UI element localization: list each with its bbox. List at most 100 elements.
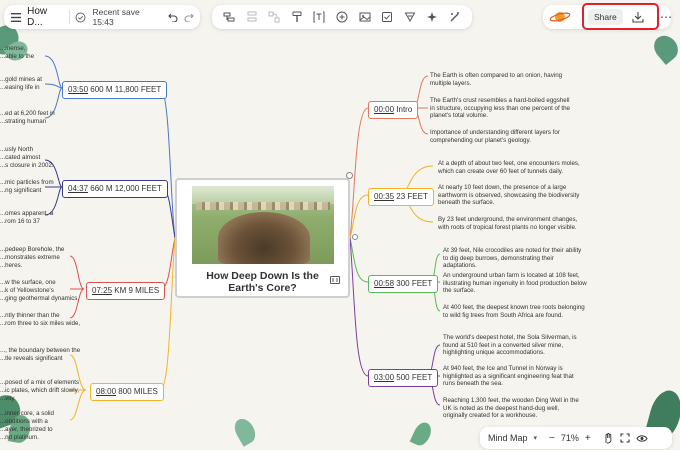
note: ...heres. — [0, 262, 23, 269]
zoom-in-button[interactable]: + — [585, 433, 591, 444]
image-houses — [195, 202, 330, 210]
note: ...tle reveals significant — [0, 355, 63, 362]
save-status: Recent save 15:43 — [92, 7, 140, 27]
note: At 39 feet, Nile crocodiles are noted fo… — [443, 247, 582, 269]
note: ...inner core, a solid — [0, 410, 54, 417]
branch-label: 500 FEET — [396, 373, 433, 382]
share-download-group: Share — [582, 3, 659, 30]
timestamp-link[interactable]: 04:37 — [68, 184, 88, 193]
note: ...ed at 6,200 feet in — [0, 110, 55, 117]
note: The Earth is often compared to an onion,… — [430, 72, 563, 87]
note: At 400 feet, the deepest known tree root… — [443, 304, 585, 319]
note: ...strating human — [0, 118, 47, 125]
view-mode-select[interactable]: Mind Map — [488, 433, 528, 443]
note: ...ayer, theorized to — [0, 426, 53, 433]
branch-label: 23 FEET — [396, 192, 428, 201]
note: ...rom three to six miles wide, — [0, 320, 81, 327]
fullscreen-icon[interactable] — [620, 433, 630, 443]
document-title[interactable]: How D... — [27, 6, 62, 28]
note: ...k of Yellowstone's — [0, 287, 54, 294]
more-options-icon[interactable]: ⋯ — [660, 10, 672, 24]
relationship-icon[interactable] — [263, 6, 285, 28]
note: ...gold mines at — [0, 76, 42, 83]
format-painter-icon[interactable] — [286, 6, 308, 28]
branch-label: 800 MILES — [118, 387, 158, 396]
branch-23-feet[interactable]: 00:35 23 FEET — [368, 188, 434, 206]
note: ...omes apparent, a — [0, 210, 54, 217]
note: ...nd platinum. — [0, 434, 39, 441]
preview-eye-icon[interactable] — [636, 434, 648, 443]
central-topic-image — [191, 186, 334, 264]
insert-sibling-topic-icon[interactable] — [241, 6, 263, 28]
resize-handle-right[interactable] — [352, 234, 358, 240]
note: At a depth of about two feet, one encoun… — [438, 160, 580, 175]
note: ...ic plates, which drift slowly, — [0, 387, 79, 394]
branch-label: 600 M 11,800 FEET — [90, 85, 162, 94]
redo-icon[interactable] — [184, 13, 194, 22]
timestamp-link[interactable]: 03:00 — [374, 373, 394, 382]
chevron-down-icon[interactable]: ▾ — [534, 434, 538, 442]
branch-label: 300 FEET — [396, 279, 433, 288]
branch-9-miles[interactable]: 07:25 KM 9 MILES — [86, 282, 166, 300]
note: ...onditions with a — [0, 418, 48, 425]
zoom-out-button[interactable]: − — [549, 433, 555, 444]
caption-icon[interactable] — [330, 276, 340, 284]
note: Reaching 1,300 feet, the wooden Ding Wel… — [443, 397, 579, 419]
branch-300-feet[interactable]: 00:58 300 FEET — [368, 275, 439, 293]
tag-icon[interactable] — [376, 6, 398, 28]
insert-child-topic-icon[interactable] — [218, 6, 240, 28]
timestamp-link[interactable]: 00:58 — [374, 279, 394, 288]
image-icon[interactable] — [354, 6, 376, 28]
share-button[interactable]: Share — [588, 8, 623, 25]
title-bar: How D... Recent save 15:43 — [4, 5, 200, 29]
note: Importance of understanding different la… — [430, 129, 560, 144]
timestamp-link[interactable]: 07:25 — [92, 286, 112, 295]
note: At nearly 10 feet down, the presence of … — [438, 184, 580, 206]
add-icon[interactable] — [331, 6, 353, 28]
undo-icon[interactable] — [168, 13, 178, 22]
timestamp-link[interactable]: 00:35 — [374, 192, 394, 201]
note: The world's deepest hotel, the Sola Silv… — [443, 334, 577, 356]
zoom-level: 71% — [560, 433, 579, 443]
menu-icon[interactable] — [10, 12, 21, 22]
note: ...usly North — [0, 146, 34, 153]
hand-pan-icon[interactable] — [603, 432, 614, 444]
timestamp-link[interactable]: 08:00 — [96, 387, 116, 396]
note: ...monstrates extreme — [0, 254, 60, 261]
note: An underground urban farm is located at … — [443, 272, 587, 294]
resize-handle-top[interactable] — [346, 172, 353, 179]
branch-intro[interactable]: 00:00 Intro — [368, 101, 419, 119]
bottom-toolbar: Mind Map ▾ − 71% + — [480, 427, 672, 449]
image-sinkhole — [217, 212, 310, 264]
branch-label: KM 9 MILES — [114, 286, 160, 295]
text-box-icon[interactable] — [308, 6, 330, 28]
note: The Earth's crust resembles a hard-boile… — [430, 97, 570, 119]
download-icon[interactable] — [629, 11, 647, 23]
note: ...posed of a mix of elements — [0, 379, 80, 386]
timestamp-link[interactable]: 00:00 — [374, 105, 394, 114]
toolbar — [212, 5, 472, 29]
magic-wand-icon[interactable] — [444, 6, 466, 28]
branch-800-miles[interactable]: 08:00 800 MILES — [90, 383, 164, 401]
note: ...mic particles from — [0, 179, 54, 186]
ai-sparkle-icon[interactable] — [421, 6, 443, 28]
note: ...rom 16 to 37 — [0, 218, 40, 225]
branch-600m[interactable]: 03:50 600 M 11,800 FEET — [62, 81, 168, 99]
branch-500-feet[interactable]: 03:00 500 FEET — [368, 369, 439, 387]
branch-label: Intro — [396, 105, 413, 114]
summary-icon[interactable] — [399, 6, 421, 28]
note: ...vity. — [0, 395, 16, 402]
note: ...mense, — [0, 45, 26, 52]
note: ...ng significant — [0, 187, 42, 194]
divider — [68, 10, 70, 24]
note: ..., the boundary between the — [0, 347, 81, 354]
planet-logo-icon[interactable] — [547, 9, 573, 25]
note: ...pedeep Borehole, the — [0, 246, 65, 253]
note: ...easing life in — [0, 84, 40, 91]
note: ...cated almost — [0, 154, 41, 161]
cloud-saved-icon — [75, 12, 86, 23]
branch-label: 660 M 12,000 FEET — [90, 184, 162, 193]
central-topic[interactable]: How Deep Down Is the Earth's Core? — [175, 178, 350, 298]
timestamp-link[interactable]: 03:50 — [68, 85, 88, 94]
branch-660m[interactable]: 04:37 660 M 12,000 FEET — [62, 180, 168, 198]
